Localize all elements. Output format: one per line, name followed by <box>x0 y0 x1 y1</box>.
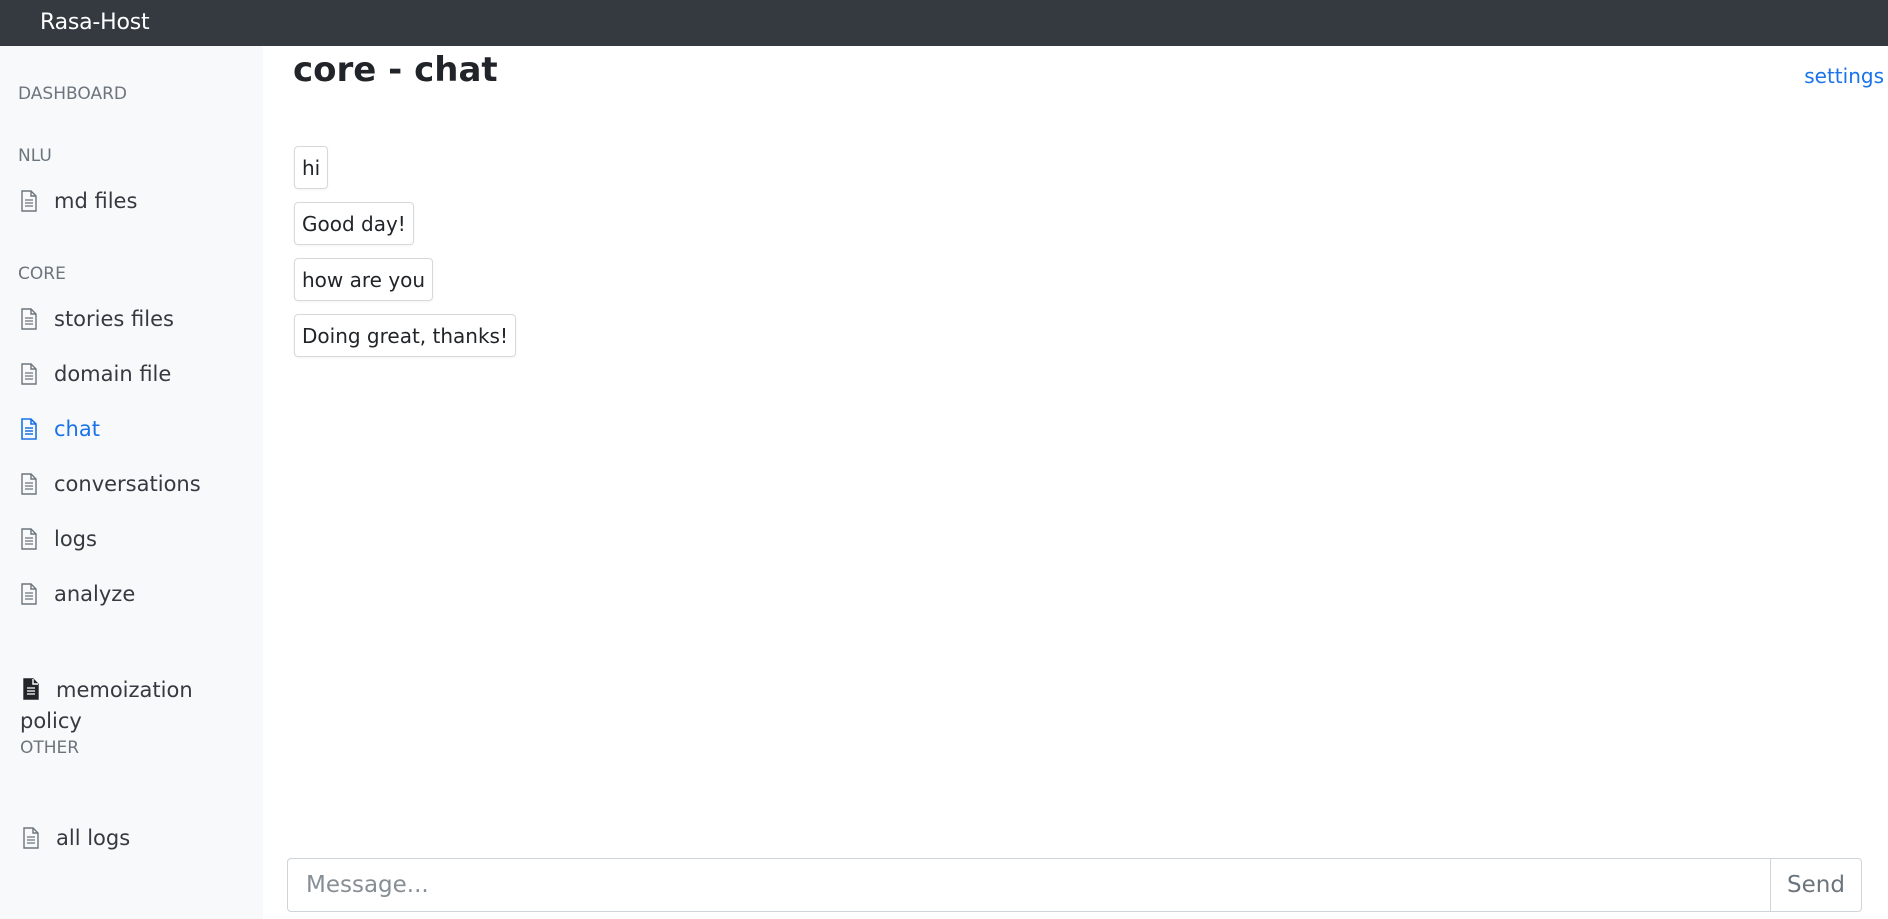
chat-message: Good day! <box>294 202 414 245</box>
top-navbar: Rasa-Host <box>0 0 1888 46</box>
sidebar-item-label: memoization policy <box>20 678 193 733</box>
chat-message-list: hi Good day! how are you Doing great, th… <box>294 146 1094 370</box>
sidebar-section-nlu: NLU <box>18 146 52 166</box>
file-text-icon <box>21 190 37 212</box>
send-button[interactable]: Send <box>1770 859 1861 911</box>
sidebar-item-label: domain file <box>54 362 172 386</box>
brand-logo[interactable]: Rasa-Host <box>40 10 150 36</box>
settings-link[interactable]: settings <box>1804 64 1884 88</box>
chat-message: Doing great, thanks! <box>294 314 516 357</box>
sidebar-item-memoization-policy[interactable]: memoization policy <box>20 675 220 737</box>
chat-message: hi <box>294 146 329 189</box>
sidebar-item-label: conversations <box>54 472 201 496</box>
sidebar-item-label: all logs <box>56 826 131 850</box>
file-text-icon <box>21 473 37 495</box>
message-input[interactable] <box>288 859 1770 911</box>
sidebar-section-core: CORE <box>18 264 66 284</box>
sidebar-item-label: chat <box>54 417 100 441</box>
main-content: core - chat settings hi Good day! how ar… <box>263 46 1888 919</box>
message-composer: Send <box>287 858 1862 912</box>
file-text-icon <box>21 583 37 605</box>
sidebar-item-label: logs <box>54 527 97 551</box>
sidebar: DASHBOARD NLU md files CORE stories file… <box>0 46 263 919</box>
file-text-icon <box>21 363 37 385</box>
page-title: core - chat <box>293 50 498 90</box>
sidebar-item-label: analyze <box>54 582 136 606</box>
file-text-icon <box>21 308 37 330</box>
sidebar-section-other: OTHER <box>20 738 80 758</box>
sidebar-item-label: stories files <box>54 307 174 331</box>
chat-message: how are you <box>294 258 434 301</box>
file-text-icon <box>21 418 37 440</box>
file-text-icon <box>23 827 39 849</box>
sidebar-item-label: md files <box>54 189 138 213</box>
file-text-icon <box>21 528 37 550</box>
sidebar-dashboard-heading[interactable]: DASHBOARD <box>18 84 127 104</box>
